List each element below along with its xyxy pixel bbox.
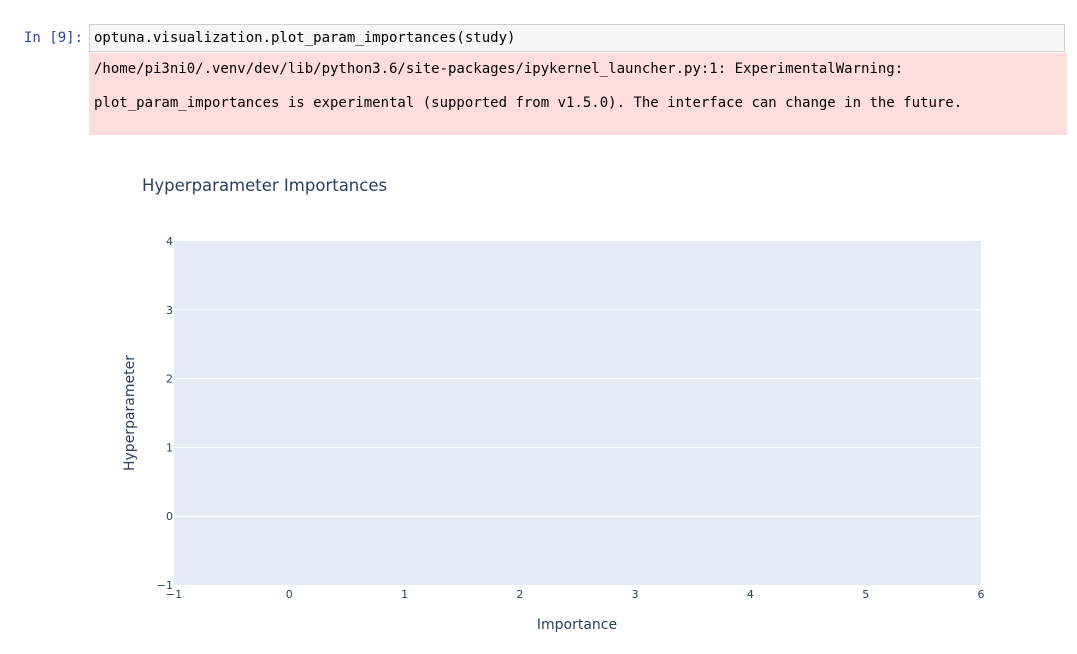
warning-line-2: plot_param_importances is experimental (…	[94, 95, 963, 111]
y-axis-title: Hyperparameter	[122, 355, 138, 471]
cell-prompt: In [9]:	[24, 30, 84, 46]
x-tick-label: 2	[516, 588, 523, 601]
importance-chart: −1 0 1 2 3 4 5 6 −1 0 1 2 3 4 Hyperparameter Importa…	[122, 176, 985, 633]
stderr-output: /home/pi3ni0/.venv/dev/lib/python3.6/sit…	[89, 53, 1067, 135]
y-tick-label: 4	[166, 235, 173, 248]
x-axis-title: Importance	[537, 617, 617, 633]
y-tick-label: 1	[166, 441, 173, 454]
code-input-text[interactable]: optuna.visualization.plot_param_importan…	[94, 30, 515, 46]
y-tick-label: −1	[157, 579, 173, 592]
chart-title: Hyperparameter Importances	[142, 176, 387, 195]
x-tick-label: 3	[632, 588, 639, 601]
x-tick-label: 0	[286, 588, 293, 601]
x-tick-label: 5	[862, 588, 869, 601]
plot-output: −1 0 1 2 3 4 5 6 −1 0 1 2 3 4 Hyperparameter Importa…	[0, 150, 1077, 650]
x-tick-label: 4	[747, 588, 754, 601]
x-axis-ticks: −1 0 1 2 3 4 5 6	[166, 588, 985, 601]
warning-line-1: /home/pi3ni0/.venv/dev/lib/python3.6/sit…	[94, 61, 904, 77]
x-tick-label: 6	[978, 588, 985, 601]
y-tick-label: 3	[166, 304, 173, 317]
plot-area-background	[174, 241, 981, 585]
x-tick-label: 1	[401, 588, 408, 601]
y-tick-label: 0	[166, 510, 173, 523]
code-input-area[interactable]: optuna.visualization.plot_param_importan…	[89, 24, 1065, 52]
y-tick-label: 2	[166, 373, 173, 386]
y-axis-ticks: −1 0 1 2 3 4	[157, 235, 173, 592]
